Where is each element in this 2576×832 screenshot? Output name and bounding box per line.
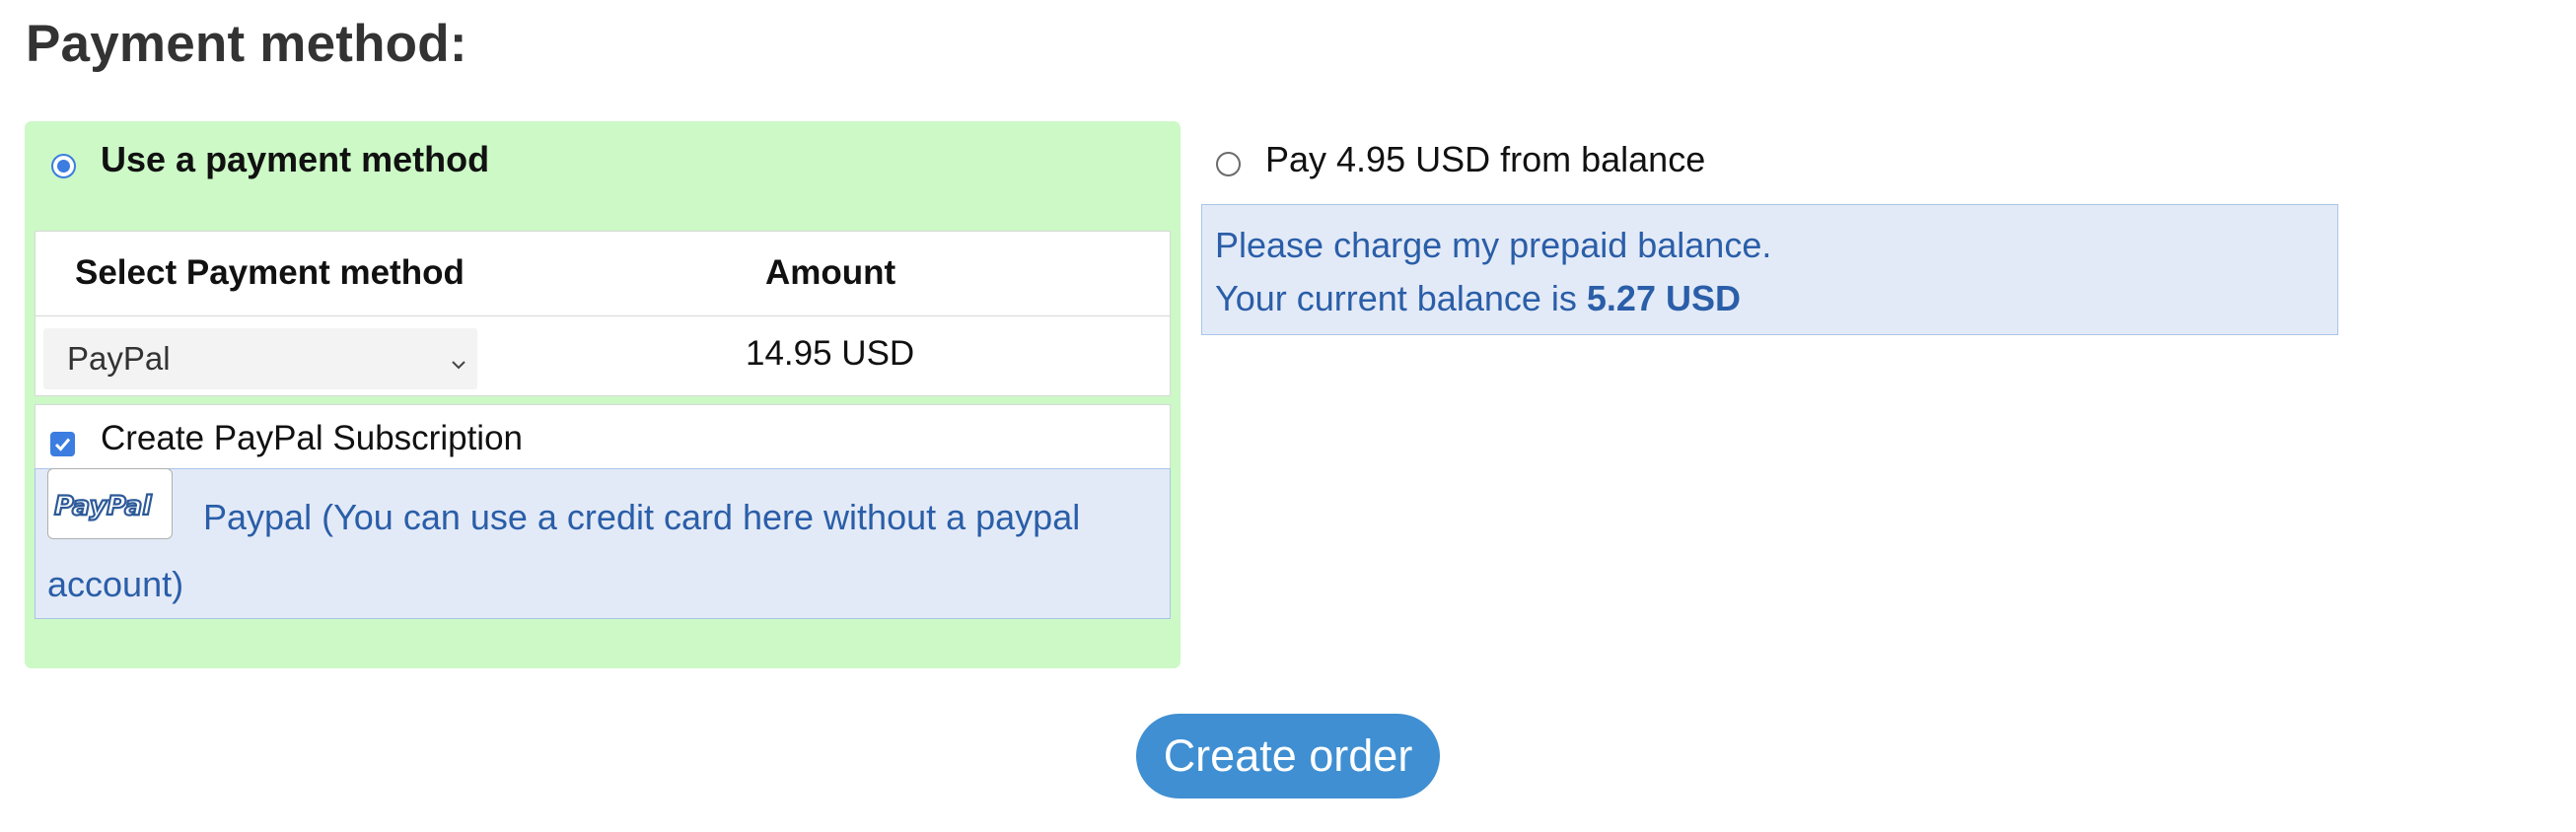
table-header: Select Payment method Amount	[36, 232, 1170, 316]
paypal-info-text: Paypal (You can use a credit card here w…	[203, 497, 1081, 537]
header-select-payment-method: Select Payment method	[75, 253, 465, 292]
paypal-logo-text: PayPal	[54, 491, 152, 521]
paypal-logo: PayPal	[47, 468, 173, 540]
balance-info-box: Please charge my prepaid balance. Your c…	[1201, 204, 2338, 335]
create-order-button[interactable]: Create order	[1136, 714, 1440, 798]
payment-method-select[interactable]: PayPal	[43, 328, 477, 389]
use-payment-method-radio[interactable]	[51, 153, 76, 178]
payment-method-select-value: PayPal	[67, 340, 171, 377]
amount-value: 14.95 USD	[746, 334, 915, 373]
paypal-info-box: PayPal Paypal (You can use a credit card…	[35, 468, 1171, 619]
paypal-subscription-label: Create PayPal Subscription	[101, 419, 523, 457]
pay-from-balance-option[interactable]: Pay 4.95 USD from balance	[1216, 139, 1705, 184]
balance-info-line2: Your current balance is 5.27 USD	[1215, 272, 2337, 325]
chevron-down-icon	[448, 346, 469, 370]
current-balance-value: 5.27 USD	[1586, 278, 1741, 318]
pay-from-balance-label: Pay 4.95 USD from balance	[1265, 139, 1706, 179]
pay-from-balance-radio[interactable]	[1216, 151, 1241, 176]
page-title: Payment method:	[26, 15, 467, 73]
header-amount: Amount	[765, 253, 896, 292]
balance-info-prefix: Your current balance is	[1215, 278, 1587, 318]
use-payment-method-option[interactable]: Use a payment method	[51, 139, 489, 186]
balance-info-line1: Please charge my prepaid balance.	[1215, 225, 1772, 265]
paypal-subscription-checkbox[interactable]	[50, 432, 75, 456]
payment-method-table: Select Payment method Amount PayPal 14.9…	[35, 231, 1171, 396]
payment-method-panel: Use a payment method Select Payment meth…	[25, 121, 1181, 668]
paypal-subscription-row: Create PayPal Subscription	[35, 404, 1171, 468]
use-payment-method-label: Use a payment method	[101, 139, 490, 179]
paypal-info-text-continued: account)	[47, 564, 184, 604]
